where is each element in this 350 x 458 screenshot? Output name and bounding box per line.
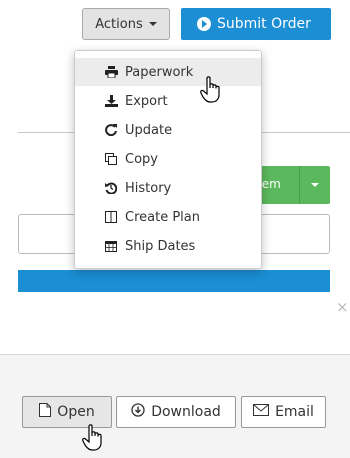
envelope-icon xyxy=(253,404,270,420)
menu-item-update[interactable]: Update xyxy=(75,116,261,144)
download-button[interactable]: Download xyxy=(116,396,236,428)
email-button[interactable]: Email xyxy=(241,396,326,428)
menu-item-label: Copy xyxy=(125,151,158,167)
columns-icon xyxy=(103,211,119,223)
menu-item-label: Update xyxy=(125,122,173,138)
download-icon xyxy=(103,95,119,107)
menu-item-label: Create Plan xyxy=(125,209,200,225)
menu-item-label: Paperwork xyxy=(125,64,194,80)
menu-item-ship-dates[interactable]: Ship Dates xyxy=(75,232,261,260)
download-circle-icon xyxy=(131,403,145,421)
menu-item-paperwork[interactable]: Paperwork xyxy=(75,58,261,86)
caret-down-icon[interactable] xyxy=(311,183,319,187)
actions-label: Actions xyxy=(95,16,143,32)
hand-pointer-cursor-icon xyxy=(82,424,106,452)
history-icon xyxy=(103,182,119,194)
copy-icon xyxy=(103,153,119,165)
download-label: Download xyxy=(151,404,221,420)
actions-dropdown-menu: Paperwork Export Update Copy History Cre… xyxy=(74,50,262,269)
menu-item-label: Export xyxy=(125,93,168,109)
footer-divider xyxy=(0,354,350,355)
file-icon xyxy=(39,403,52,421)
menu-item-label: History xyxy=(125,180,172,196)
submit-order-label: Submit Order xyxy=(217,16,311,32)
hand-pointer-cursor-icon xyxy=(200,76,224,104)
submit-order-button[interactable]: Submit Order xyxy=(181,8,331,40)
print-icon xyxy=(103,66,119,78)
menu-item-label: Ship Dates xyxy=(125,238,196,254)
caret-down-icon xyxy=(148,22,157,26)
calendar-icon xyxy=(103,240,119,252)
open-label: Open xyxy=(57,404,95,420)
menu-item-create-plan[interactable]: Create Plan xyxy=(75,203,261,231)
email-label: Email xyxy=(275,404,314,420)
split-divider xyxy=(299,166,300,204)
add-item-button[interactable]: tem xyxy=(255,166,330,204)
menu-item-copy[interactable]: Copy xyxy=(75,145,261,173)
actions-button[interactable]: Actions xyxy=(82,8,170,40)
section-header-bar xyxy=(18,270,330,292)
arrow-circle-right-icon xyxy=(197,17,211,31)
menu-item-export[interactable]: Export xyxy=(75,87,261,115)
menu-item-history[interactable]: History xyxy=(75,174,261,202)
close-icon[interactable]: × xyxy=(336,298,349,316)
refresh-icon xyxy=(103,124,119,136)
